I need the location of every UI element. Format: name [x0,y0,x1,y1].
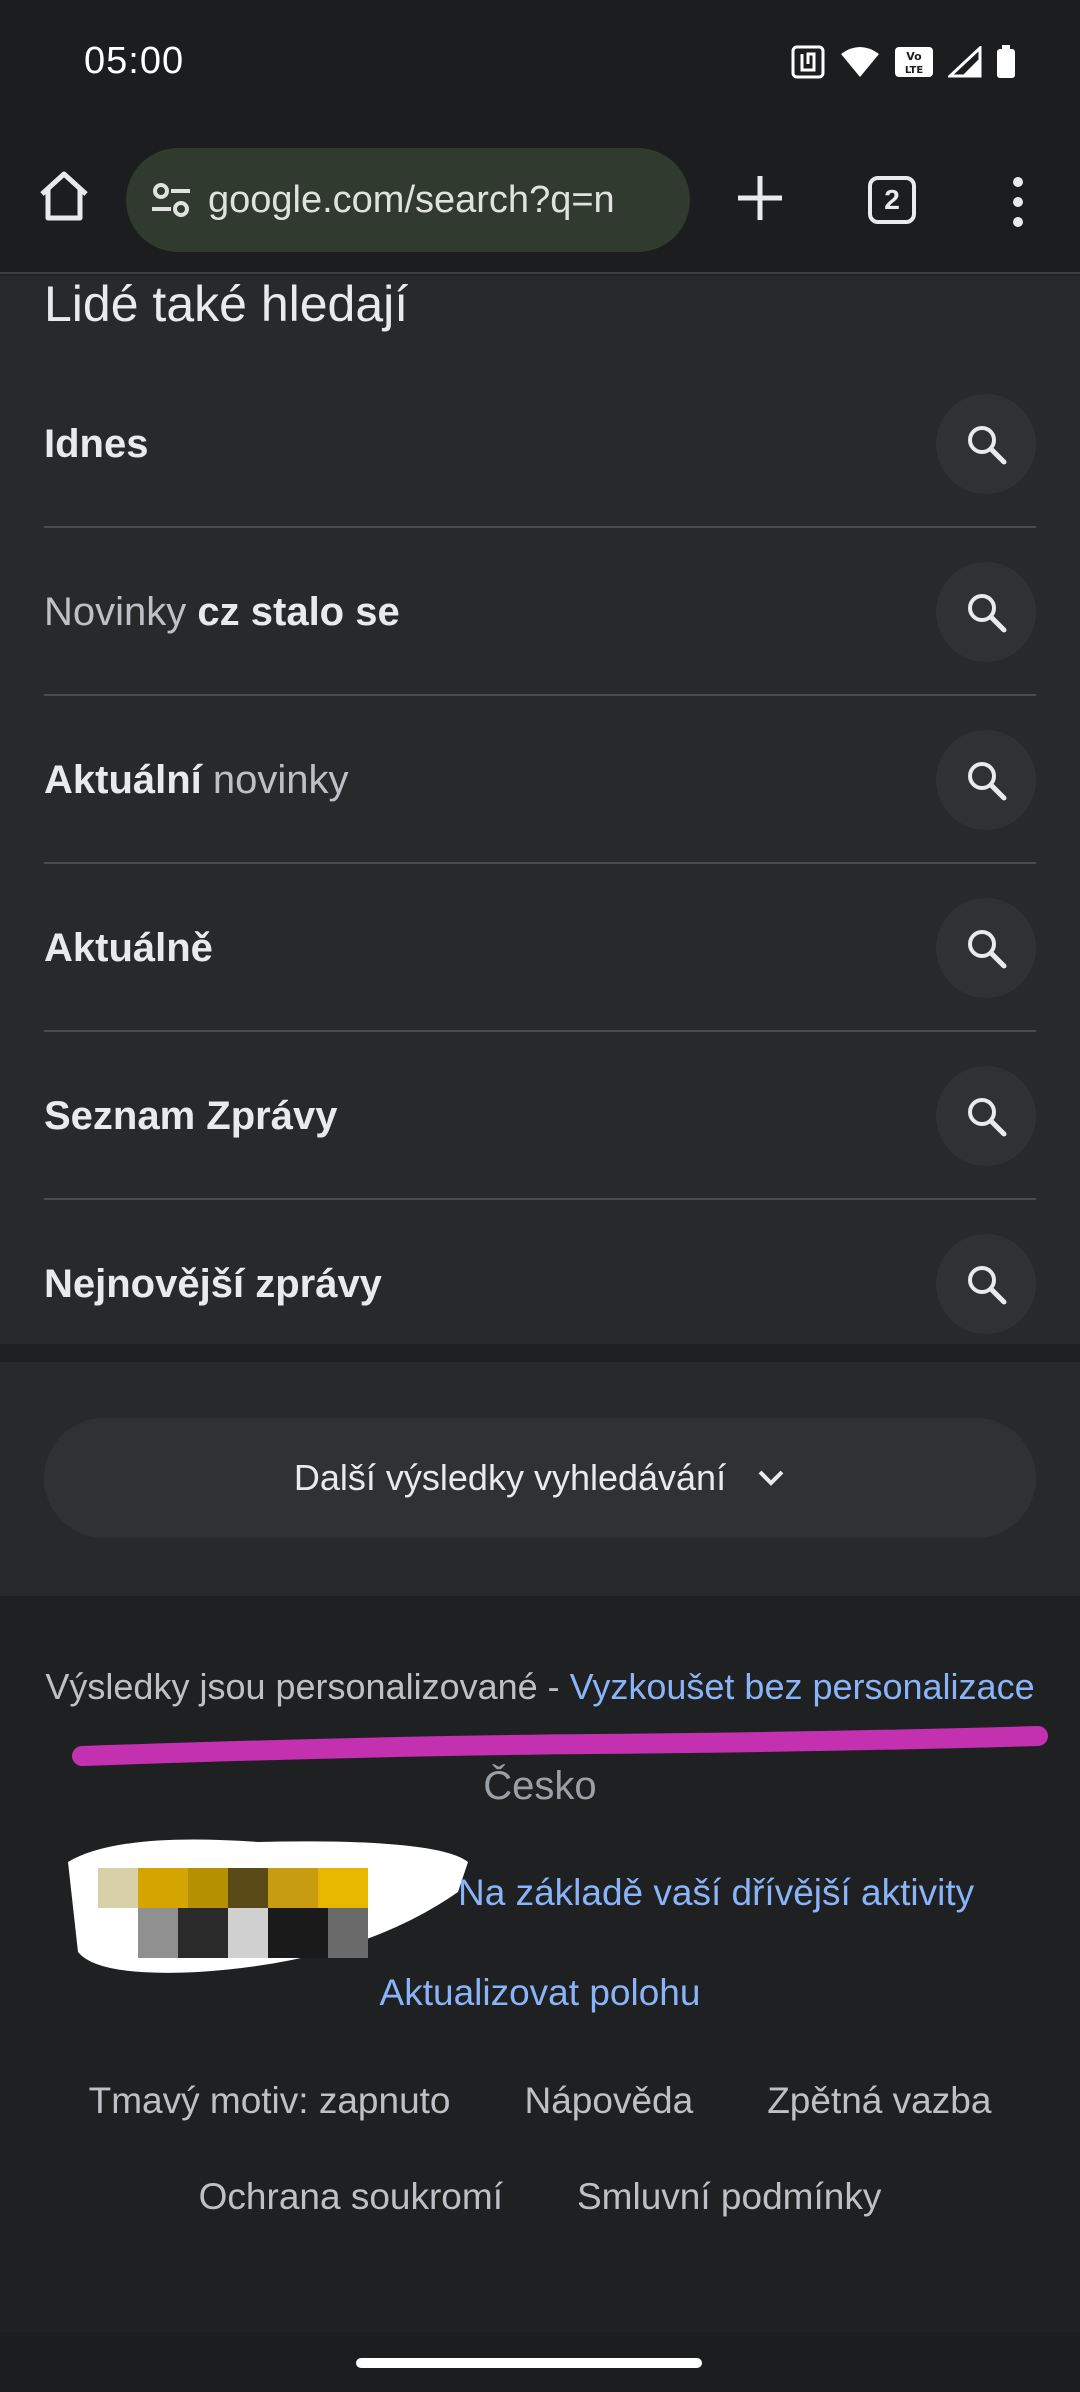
related-searches-title: Lidé také hledají [44,276,409,332]
country-label: Česko [483,1764,597,1808]
more-results-button[interactable]: Další výsledky vyhledávání [44,1418,1036,1538]
address-bar[interactable]: google.com/search?q=n [126,148,690,252]
related-search-item[interactable]: Novinky cz stalo se [44,528,1036,696]
related-search-label: Aktuální novinky [44,696,349,864]
footer-links-row-1: Tmavý motiv: zapnuto Nápověda Zpětná vaz… [0,2080,1080,2122]
tab-count: 2 [884,184,900,215]
related-search-label: Novinky cz stalo se [44,528,400,696]
disable-personalization-link[interactable]: Vyzkoušet bez personalizace [570,1666,1035,1707]
feedback-link[interactable]: Zpětná vazba [767,2080,991,2122]
related-search-item[interactable]: Seznam Zprávy [44,1032,1036,1200]
search-icon [968,1098,1007,1137]
location-source-link[interactable]: Na základě vaší dřívější aktivity [458,1872,974,1914]
dark-theme-link[interactable]: Tmavý motiv: zapnuto [89,2080,451,2122]
url-text[interactable]: google.com/search?q=n [208,179,615,222]
footer-links-row-2: Ochrana soukromí Smluvní podmínky [0,2176,1080,2218]
query-term: Novinky [44,590,198,634]
related-search-label: Idnes [44,360,148,528]
gesture-handle[interactable] [356,2358,702,2368]
related-search-button[interactable] [936,1234,1036,1334]
related-search-button[interactable] [936,730,1036,830]
status-bar: 05:00 Vo LTE [0,0,1080,126]
related-search-button[interactable] [936,394,1036,494]
more-results-area: Další výsledky vyhledávání [0,1362,1080,1596]
query-term-bold: Idnes [44,422,149,466]
browser-toolbar: google.com/search?q=n 2 [0,126,1080,274]
related-search-item[interactable]: Aktuálně [44,864,1036,1032]
search-icon [968,594,1007,633]
related-search-item[interactable]: Nejnovější zprávy [44,1200,1036,1368]
tab-switcher-button[interactable]: 2 [868,176,916,224]
battery-icon [997,45,1015,78]
more-results-label: Další výsledky vyhledávání [293,1457,727,1498]
related-search-button[interactable] [936,562,1036,662]
related-searches-card: Lidé také hledají Idnes Novinky cz stalo … [0,276,1080,1344]
section-divider [0,1344,1080,1362]
search-icon [968,762,1007,801]
nfc-icon [791,45,825,79]
related-search-button[interactable] [936,898,1036,998]
personalization-notice: Výsledky jsou personalizované - Vyzkouše… [0,1666,1080,1708]
svg-text:LTE: LTE [905,65,924,76]
search-icon [968,1266,1007,1305]
update-location-link[interactable]: Aktualizovat polohu [0,1972,1080,2014]
more-menu-icon[interactable] [1000,174,1036,230]
related-search-label: Nejnovější zprávy [44,1200,382,1368]
query-term-bold: Aktuální [44,758,202,802]
query-term-bold: cz stalo se [197,590,400,634]
personalization-text: Výsledky jsou personalizované - [45,1666,570,1707]
page-footer: Výsledky jsou personalizované - Vyzkouše… [0,1596,1080,2332]
volte-icon: Vo LTE [895,47,933,77]
chevron-down-icon [758,1470,784,1486]
related-search-button[interactable] [936,1066,1036,1166]
wifi-icon [841,47,879,77]
query-term: novinky [201,758,349,802]
privacy-link[interactable]: Ochrana soukromí [199,2176,503,2218]
related-search-item[interactable]: Aktuální novinky [44,696,1036,864]
status-icons: Vo LTE [790,44,1016,80]
help-link[interactable]: Nápověda [525,2080,694,2122]
redacted-location [68,1839,468,1973]
signal-icon [948,46,982,78]
site-settings-icon[interactable] [146,175,196,225]
query-term-bold: Nejnovější zprávy [44,1262,382,1306]
terms-link[interactable]: Smluvní podmínky [577,2176,881,2218]
query-term-bold: Aktuálně [44,926,213,970]
new-tab-icon[interactable] [730,168,790,228]
search-icon [968,426,1007,465]
related-search-item[interactable]: Idnes [44,360,1036,528]
query-term-bold: Seznam Zprávy [44,1094,338,1138]
related-search-label: Aktuálně [44,864,213,1032]
navigation-bar [0,2332,1080,2392]
home-icon[interactable] [34,166,94,226]
svg-text:Vo: Vo [906,50,922,63]
related-search-label: Seznam Zprávy [44,1032,337,1200]
search-icon [968,930,1007,969]
status-time: 05:00 [84,40,185,82]
